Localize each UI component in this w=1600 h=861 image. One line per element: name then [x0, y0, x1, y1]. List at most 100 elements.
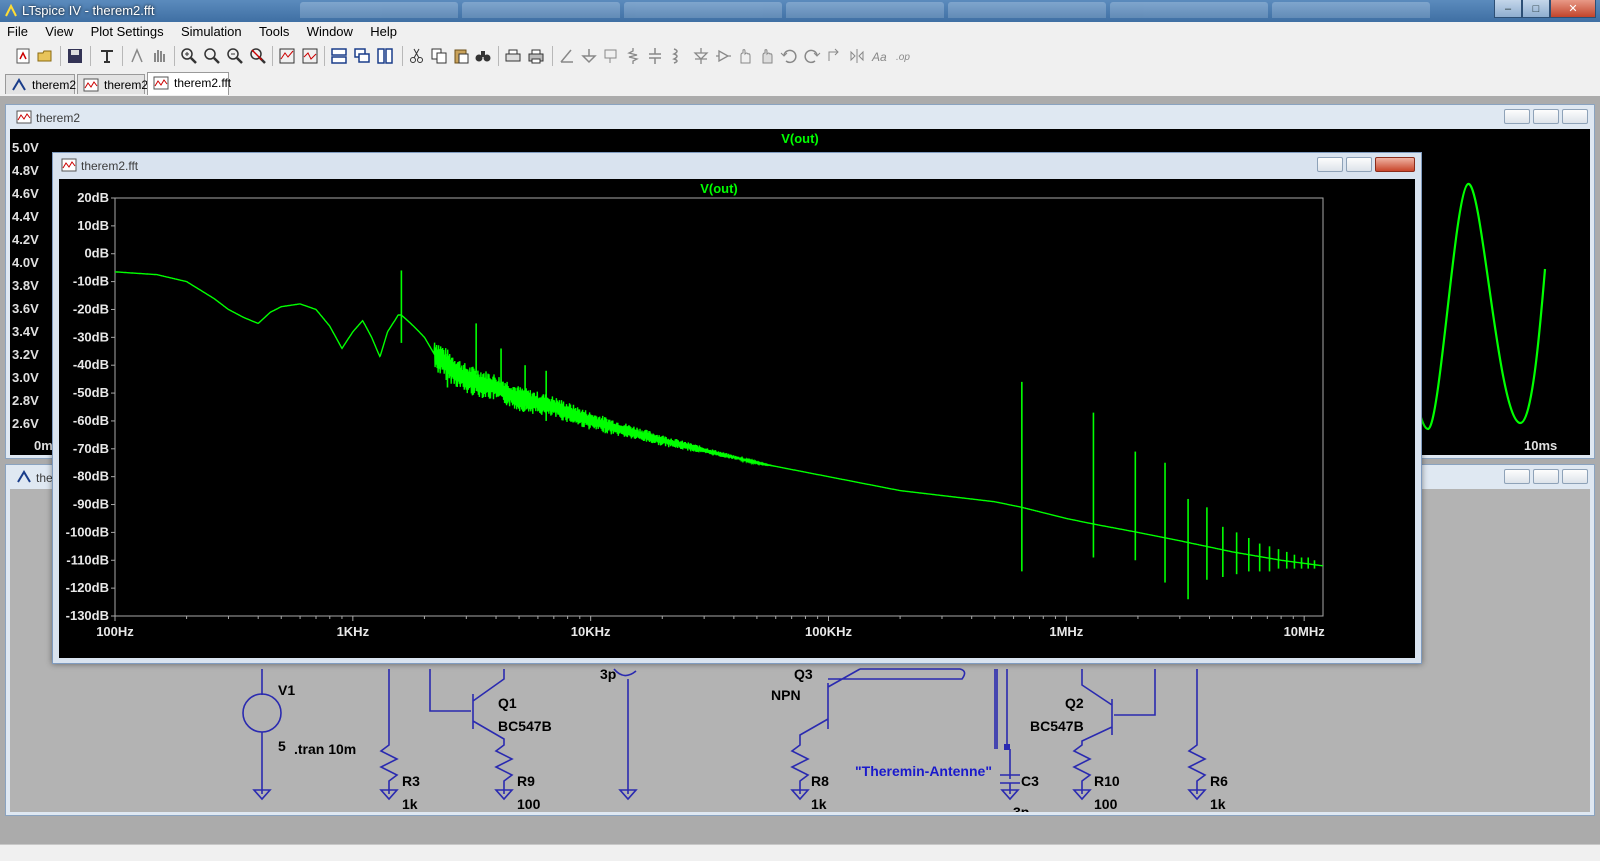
zoom-cancel-icon[interactable] — [249, 47, 267, 65]
tile-vertical-icon[interactable] — [376, 47, 394, 65]
redo-icon[interactable] — [803, 47, 821, 65]
cut-icon[interactable] — [408, 47, 426, 65]
x-tick-label: 10MHz — [1284, 624, 1326, 639]
fft-close-button[interactable] — [1375, 157, 1415, 172]
waveform-icon — [16, 110, 32, 124]
paste-icon[interactable] — [452, 47, 470, 65]
q3-model[interactable]: NPN — [771, 687, 801, 703]
control-panel-icon[interactable] — [98, 47, 116, 65]
fft-trace-label[interactable]: V(out) — [700, 181, 738, 196]
capacitor-value-partial[interactable]: 3p — [600, 666, 616, 682]
c3-name[interactable]: C3 — [1021, 773, 1039, 789]
move-icon[interactable] — [736, 47, 754, 65]
r9-value[interactable]: 100 — [517, 796, 541, 812]
fft-window-titlebar[interactable]: therem2.fft — [53, 153, 1421, 177]
schematic-restore-button[interactable] — [1533, 469, 1559, 484]
v1-name[interactable]: V1 — [278, 682, 295, 698]
save-icon[interactable] — [66, 47, 84, 65]
schematic-close-button[interactable] — [1562, 469, 1588, 484]
tab-label: therem2 — [104, 78, 149, 92]
print-icon[interactable] — [527, 47, 545, 65]
app-window-buttons: ‒ □ ✕ — [1494, 0, 1596, 18]
r8-name[interactable]: R8 — [811, 773, 829, 789]
tab-therem2-schematic[interactable]: therem2 — [5, 74, 76, 94]
diode-icon[interactable] — [692, 47, 710, 65]
menu-plot-settings[interactable]: Plot Settings — [84, 22, 171, 39]
v1-value[interactable]: 5 — [278, 738, 286, 754]
plot-icon[interactable] — [301, 47, 319, 65]
wire-icon[interactable] — [558, 47, 576, 65]
antenna-net-label[interactable]: "Theremin-Antenne" — [855, 763, 992, 779]
menu-file[interactable]: File — [0, 22, 35, 39]
zoom-fit-icon[interactable] — [226, 47, 244, 65]
rotate-icon[interactable] — [826, 47, 844, 65]
menu-tools[interactable]: Tools — [252, 22, 296, 39]
label-icon[interactable] — [602, 47, 620, 65]
tab-therem2-waveform[interactable]: therem2 — [77, 74, 149, 94]
q1-model[interactable]: BC547B — [498, 718, 552, 734]
fft-chart-svg: V(out) 20dB 10dB 0dB -10dB -20dB -30dB -40dB -5… — [66, 181, 1326, 639]
app-maximize-button[interactable]: □ — [1522, 0, 1550, 18]
menu-simulation[interactable]: Simulation — [174, 22, 249, 39]
fft-plot-area[interactable]: V(out) 20dB 10dB 0dB -10dB -20dB -30dB -40dB -5… — [59, 179, 1415, 658]
autorange-icon[interactable] — [278, 47, 296, 65]
mirror-icon[interactable] — [848, 47, 866, 65]
capacitor-icon[interactable] — [646, 47, 664, 65]
y-tick-label: -30dB — [73, 329, 109, 344]
r10-value[interactable]: 100 — [1094, 796, 1118, 812]
inductor-icon[interactable] — [668, 47, 686, 65]
run-icon[interactable] — [128, 47, 146, 65]
transient-close-button[interactable] — [1562, 109, 1588, 124]
tile-horizontal-icon[interactable] — [330, 47, 348, 65]
y-tick-label: -110dB — [66, 552, 109, 567]
r9-name[interactable]: R9 — [517, 773, 535, 789]
zoom-out-icon[interactable] — [203, 47, 221, 65]
q2-model[interactable]: BC547B — [1030, 718, 1084, 734]
tab-therem2-fft[interactable]: therem2.fft — [147, 72, 231, 95]
r8-value[interactable]: 1k — [811, 796, 827, 812]
spice-directive-icon[interactable]: .op — [894, 47, 912, 65]
r6-name[interactable]: R6 — [1210, 773, 1228, 789]
find-icon[interactable] — [474, 47, 492, 65]
menu-view[interactable]: View — [38, 22, 80, 39]
ground-icon[interactable] — [580, 47, 598, 65]
q3-name[interactable]: Q3 — [794, 666, 813, 682]
open-icon[interactable] — [36, 47, 54, 65]
resistor-icon[interactable] — [624, 47, 642, 65]
fft-plot-window[interactable]: therem2.fft V(out) 20dB 10dB 0dB -10dB -20dB… — [52, 152, 1422, 664]
text-icon[interactable]: Aa — [871, 47, 889, 65]
r10-name[interactable]: R10 — [1094, 773, 1120, 789]
y-tick-label: -100dB — [66, 524, 109, 539]
menu-help[interactable]: Help — [363, 22, 404, 39]
drag-icon[interactable] — [758, 47, 776, 65]
zoom-in-icon[interactable] — [180, 47, 198, 65]
transient-trace-label[interactable]: V(out) — [781, 131, 819, 146]
tran-directive[interactable]: .tran 10m — [294, 741, 356, 757]
undo-icon[interactable] — [780, 47, 798, 65]
r3-name[interactable]: R3 — [402, 773, 420, 789]
schematic-wires — [242, 668, 1207, 801]
q2-name[interactable]: Q2 — [1065, 695, 1084, 711]
print-setup-icon[interactable] — [504, 47, 522, 65]
y-tick-label: 3.0V — [12, 370, 39, 385]
schematic-minimize-button[interactable] — [1504, 469, 1530, 484]
component-icon[interactable] — [714, 47, 732, 65]
halt-icon[interactable] — [150, 47, 168, 65]
q1-name[interactable]: Q1 — [498, 695, 517, 711]
cascade-icon[interactable] — [353, 47, 371, 65]
r3-value[interactable]: 1k — [402, 796, 418, 812]
new-schematic-icon[interactable] — [14, 47, 32, 65]
x-tick-label: 10KHz — [571, 624, 611, 639]
app-minimize-button[interactable]: ‒ — [1494, 0, 1522, 18]
app-close-button[interactable]: ✕ — [1550, 0, 1596, 18]
transient-restore-button[interactable] — [1533, 109, 1559, 124]
r6-value[interactable]: 1k — [1210, 796, 1226, 812]
menu-window[interactable]: Window — [300, 22, 360, 39]
fft-minimize-button[interactable] — [1317, 157, 1343, 172]
c3-value[interactable]: 3p — [1013, 804, 1029, 812]
transient-minimize-button[interactable] — [1504, 109, 1530, 124]
copy-icon[interactable] — [430, 47, 448, 65]
app-titlebar[interactable]: LTspice IV - therem2.fft ‒ □ ✕ — [0, 0, 1600, 22]
fft-restore-button[interactable] — [1346, 157, 1372, 172]
transient-window-titlebar[interactable]: therem2 — [6, 105, 1594, 129]
